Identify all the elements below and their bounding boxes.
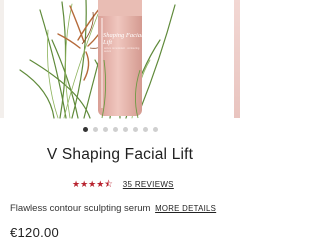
product-title: V Shaping Facial Lift [46,146,194,163]
carousel-dot[interactable] [132,127,138,132]
product-description-line: Flawless contour sculpting serum MORE DE… [10,203,216,214]
carousel-pagination [0,127,240,133]
more-details-link[interactable]: MORE DETAILS [155,204,216,213]
next-slide-peek[interactable] [234,0,240,118]
product-photo [19,0,176,119]
carousel-dot[interactable] [122,127,128,132]
product-image-brand-text: Shaping Facial Lift [103,32,143,46]
product-image-subtext: sérum remodelant · contouring serum [104,47,140,54]
carousel-dot[interactable] [102,127,108,132]
carousel-dot[interactable] [92,127,98,132]
product-image-carousel[interactable]: Shaping Facial Lift sérum remodelant · c… [0,0,240,120]
carousel-dot[interactable] [112,127,118,132]
product-price: €120.00 [10,225,60,240]
carousel-dot[interactable] [152,127,158,132]
star-rating-icon: ★★★★⯪ [72,178,113,189]
reviews-link[interactable]: 35 REVIEWS [123,180,174,189]
product-rating: ★★★★⯪ 35 REVIEWS [72,178,174,190]
carousel-dot[interactable] [142,127,148,132]
product-description: Flawless contour sculpting serum [10,203,151,214]
carousel-dot[interactable] [82,127,88,132]
